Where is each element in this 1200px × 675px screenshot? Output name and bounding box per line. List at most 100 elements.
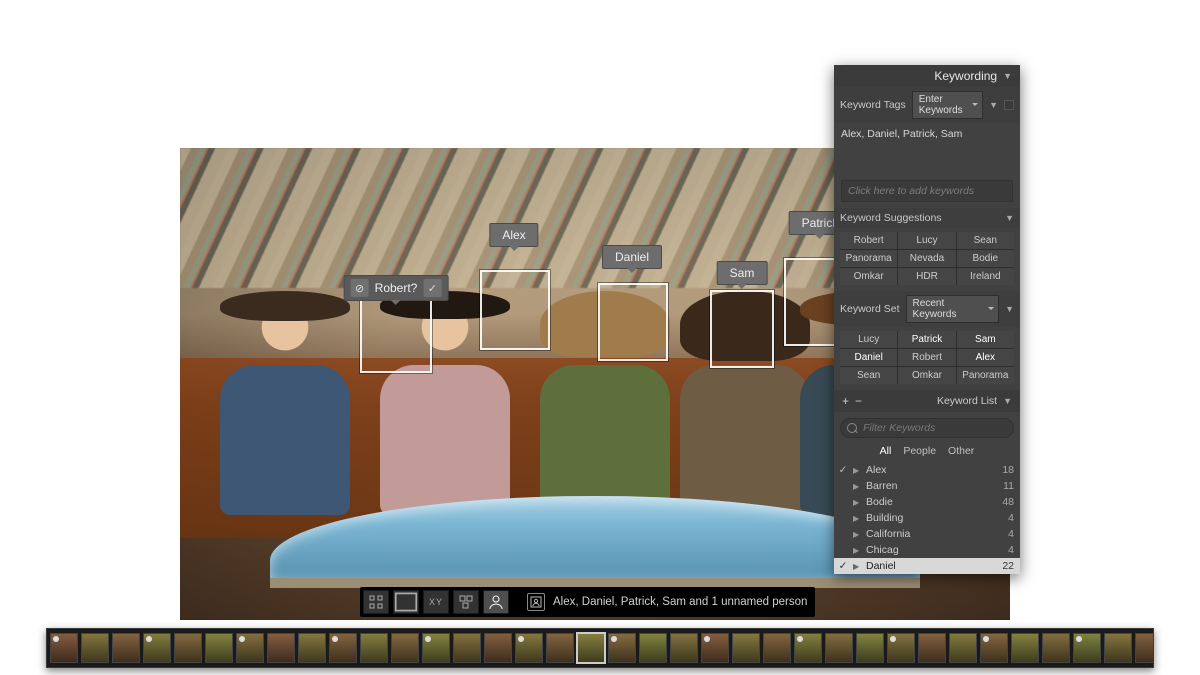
keyword-recent[interactable]: Robert xyxy=(898,349,955,366)
keyword-recent[interactable]: Sean xyxy=(840,367,897,384)
disclosure-triangle-icon[interactable]: ▶ xyxy=(853,514,861,523)
keyword-suggestion[interactable]: Omkar xyxy=(840,268,897,285)
face-tag-suggestion[interactable]: ⊘Robert?✓ xyxy=(344,275,449,301)
keyword-list-tab[interactable]: Other xyxy=(948,445,974,457)
keyword-list-item[interactable]: ▶California4 xyxy=(834,526,1020,542)
face-tag[interactable]: Sam xyxy=(717,261,768,285)
face-tag[interactable]: Alex xyxy=(489,223,538,247)
filmstrip-thumb[interactable] xyxy=(236,633,264,663)
people-view-button[interactable] xyxy=(483,590,509,614)
filmstrip-thumb[interactable] xyxy=(1042,633,1070,663)
keywording-header[interactable]: Keywording ▼ xyxy=(834,65,1020,87)
filmstrip-thumb[interactable] xyxy=(732,633,760,663)
disclosure-triangle-icon[interactable]: ▶ xyxy=(853,482,861,491)
chevron-down-icon[interactable]: ▼ xyxy=(1003,396,1012,406)
keyword-suggestion[interactable]: Robert xyxy=(840,232,897,249)
filmstrip-thumb[interactable] xyxy=(453,633,481,663)
filmstrip-thumb[interactable] xyxy=(856,633,884,663)
filmstrip-thumb[interactable] xyxy=(484,633,512,663)
keyword-recent[interactable]: Patrick xyxy=(898,331,955,348)
keyword-recent[interactable]: Panorama xyxy=(957,367,1014,384)
keyword-list-item[interactable]: ▶Bodie48 xyxy=(834,494,1020,510)
filmstrip-thumb[interactable] xyxy=(546,633,574,663)
face-region[interactable] xyxy=(480,270,550,350)
filmstrip-thumb[interactable] xyxy=(422,633,450,663)
reject-suggestion-button[interactable]: ⊘ xyxy=(351,279,369,297)
filmstrip-thumb[interactable] xyxy=(670,633,698,663)
keyword-list-item[interactable]: ✓▶Daniel22 xyxy=(834,558,1020,574)
filter-keywords-input[interactable]: Filter Keywords xyxy=(840,418,1014,438)
grid-view-button[interactable] xyxy=(363,590,389,614)
filmstrip-thumb[interactable] xyxy=(1011,633,1039,663)
disclosure-triangle-icon[interactable]: ▶ xyxy=(853,562,861,571)
keyword-recent[interactable]: Omkar xyxy=(898,367,955,384)
keyword-tags-dropdown[interactable]: Enter Keywords xyxy=(912,91,983,119)
filmstrip-thumb[interactable] xyxy=(298,633,326,663)
keyword-suggestion[interactable]: Nevada xyxy=(898,250,955,267)
filmstrip-thumb[interactable] xyxy=(515,633,543,663)
loupe-view-button[interactable] xyxy=(393,590,419,614)
filmstrip-thumb[interactable] xyxy=(1073,633,1101,663)
keyword-recent[interactable]: Lucy xyxy=(840,331,897,348)
filmstrip-thumb[interactable] xyxy=(918,633,946,663)
filmstrip-thumb[interactable] xyxy=(174,633,202,663)
keyword-list-tab[interactable]: People xyxy=(903,445,936,457)
accept-suggestion-button[interactable]: ✓ xyxy=(423,279,441,297)
keyword-list-item[interactable]: ▶Building4 xyxy=(834,510,1020,526)
filmstrip-thumb[interactable] xyxy=(329,633,357,663)
keyword-tags-extra-button[interactable] xyxy=(1004,100,1014,110)
keyword-set-dropdown[interactable]: Recent Keywords xyxy=(906,295,1000,323)
filmstrip-thumb[interactable] xyxy=(50,633,78,663)
add-keyword-button[interactable]: + xyxy=(842,394,849,408)
filmstrip-thumb[interactable] xyxy=(1104,633,1132,663)
disclosure-triangle-icon[interactable]: ▶ xyxy=(853,530,861,539)
filmstrip-thumb[interactable] xyxy=(763,633,791,663)
disclosure-triangle-icon[interactable]: ▶ xyxy=(853,466,861,475)
keyword-suggestion[interactable]: HDR xyxy=(898,268,955,285)
filmstrip-thumb[interactable] xyxy=(701,633,729,663)
filmstrip-thumb[interactable] xyxy=(360,633,388,663)
compare-view-button[interactable]: XY xyxy=(423,590,449,614)
filmstrip-thumb[interactable] xyxy=(143,633,171,663)
disclosure-triangle-icon[interactable]: ▶ xyxy=(853,546,861,555)
filmstrip-thumb[interactable] xyxy=(577,633,605,663)
chevron-down-icon[interactable]: ▼ xyxy=(989,100,998,110)
filmstrip-thumb[interactable] xyxy=(825,633,853,663)
keyword-list-item[interactable]: ✓▶Alex18 xyxy=(834,462,1020,478)
filmstrip-thumb[interactable] xyxy=(1135,633,1154,663)
current-keywords-text[interactable]: Alex, Daniel, Patrick, Sam xyxy=(841,128,1013,176)
keyword-recent[interactable]: Daniel xyxy=(840,349,897,366)
remove-keyword-button[interactable]: − xyxy=(855,394,862,408)
toolbar-summary: Alex, Daniel, Patrick, Sam and 1 unnamed… xyxy=(527,593,807,611)
keyword-suggestion[interactable]: Ireland xyxy=(957,268,1014,285)
keyword-recent[interactable]: Sam xyxy=(957,331,1014,348)
filmstrip-thumb[interactable] xyxy=(949,633,977,663)
filmstrip[interactable] xyxy=(46,628,1154,668)
filmstrip-thumb[interactable] xyxy=(267,633,295,663)
face-region[interactable] xyxy=(710,290,774,368)
filmstrip-thumb[interactable] xyxy=(608,633,636,663)
face-region[interactable] xyxy=(598,283,668,361)
filmstrip-thumb[interactable] xyxy=(205,633,233,663)
filmstrip-thumb[interactable] xyxy=(887,633,915,663)
filmstrip-thumb[interactable] xyxy=(639,633,667,663)
keyword-list-tab[interactable]: All xyxy=(880,445,892,457)
keyword-recent[interactable]: Alex xyxy=(957,349,1014,366)
survey-view-button[interactable] xyxy=(453,590,479,614)
filmstrip-thumb[interactable] xyxy=(794,633,822,663)
filmstrip-thumb[interactable] xyxy=(980,633,1008,663)
filmstrip-thumb[interactable] xyxy=(112,633,140,663)
face-tag[interactable]: Daniel xyxy=(602,245,662,269)
chevron-down-icon[interactable]: ▼ xyxy=(1005,304,1014,314)
filmstrip-thumb[interactable] xyxy=(391,633,419,663)
keyword-list-item[interactable]: ▶Barren11 xyxy=(834,478,1020,494)
add-keywords-input[interactable]: Click here to add keywords xyxy=(841,180,1013,202)
keyword-suggestions-header[interactable]: Keyword Suggestions ▼ xyxy=(834,208,1020,228)
disclosure-triangle-icon[interactable]: ▶ xyxy=(853,498,861,507)
filmstrip-thumb[interactable] xyxy=(81,633,109,663)
keyword-suggestion[interactable]: Lucy xyxy=(898,232,955,249)
keyword-suggestion[interactable]: Sean xyxy=(957,232,1014,249)
keyword-suggestion[interactable]: Bodie xyxy=(957,250,1014,267)
keyword-suggestion[interactable]: Panorama xyxy=(840,250,897,267)
keyword-list-item[interactable]: ▶Chicag4 xyxy=(834,542,1020,558)
